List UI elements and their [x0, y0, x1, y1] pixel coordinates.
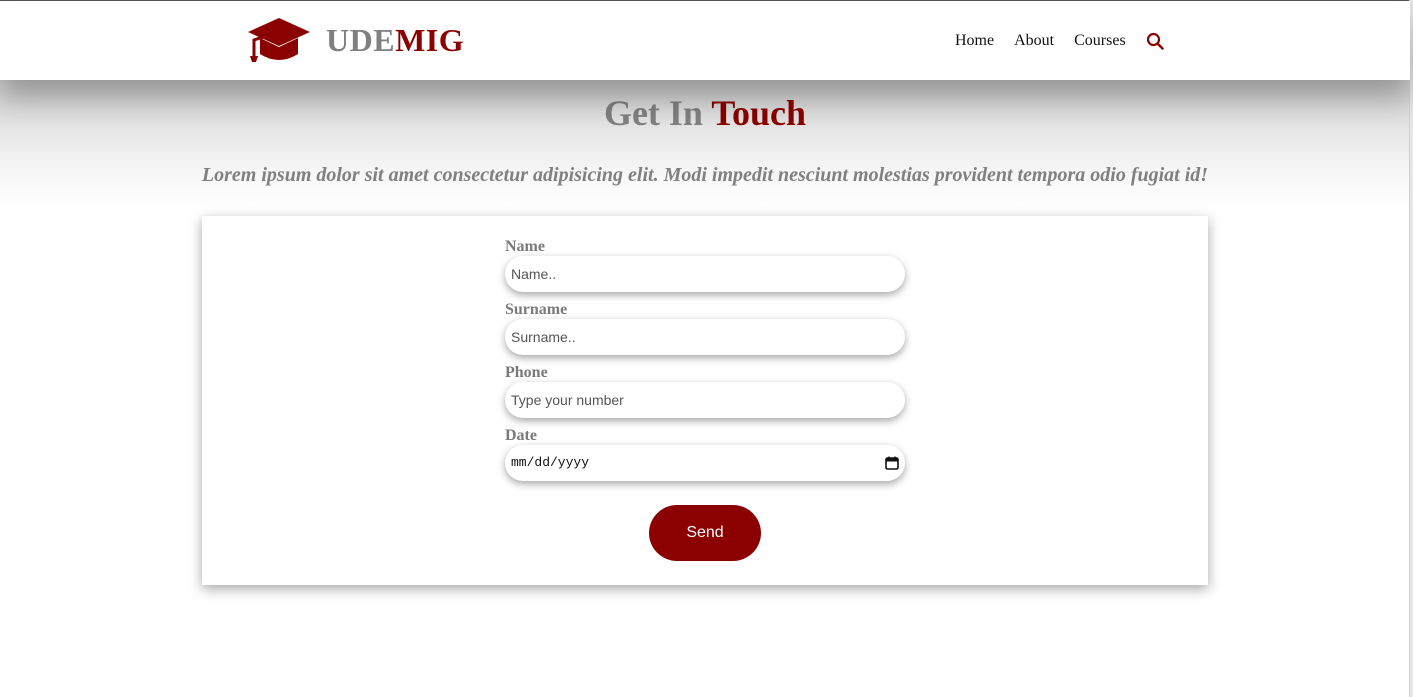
- name-label: Name: [505, 238, 545, 255]
- send-button[interactable]: Send: [649, 505, 761, 561]
- date-label: Date: [505, 427, 537, 444]
- page-subtitle: Lorem ipsum dolor sit amet consectetur a…: [201, 164, 1209, 186]
- logo[interactable]: UDEMIG: [246, 16, 464, 64]
- graduation-cap-icon: [248, 18, 310, 62]
- brand-name: UDEMIG: [326, 16, 464, 64]
- surname-label: Surname: [505, 301, 568, 318]
- surname-field-group: Surname Surname..: [505, 301, 905, 355]
- main-nav: Home About Courses: [955, 30, 1164, 52]
- phone-label: Phone: [505, 364, 548, 381]
- phone-input[interactable]: Type your number: [505, 382, 905, 418]
- date-field-group: Date mm/dd/yyyy: [505, 427, 905, 481]
- page-title-part-1: Get In: [603, 93, 703, 133]
- nav-home-link[interactable]: Home: [955, 30, 994, 52]
- surname-input[interactable]: Surname..: [505, 319, 905, 355]
- page-title-part-2: Touch: [711, 93, 807, 133]
- page-title: Get In Touch: [0, 91, 1410, 135]
- phone-field-group: Phone Type your number: [505, 364, 905, 418]
- name-field-group: Name Name..: [505, 238, 905, 292]
- nav-courses-link[interactable]: Courses: [1074, 30, 1126, 52]
- date-input[interactable]: mm/dd/yyyy: [505, 445, 905, 481]
- brand-part-2: MIG: [395, 22, 465, 58]
- calendar-icon[interactable]: [885, 456, 899, 470]
- nav-about-link[interactable]: About: [1014, 30, 1054, 52]
- search-icon[interactable]: [1146, 32, 1164, 50]
- page: UDEMIG Home About Courses Get In Touch L…: [0, 0, 1413, 697]
- name-input[interactable]: Name..: [505, 256, 905, 292]
- site-header: UDEMIG Home About Courses: [0, 1, 1410, 80]
- date-input-value: mm/dd/yyyy: [511, 455, 590, 470]
- brand-part-1: UDE: [326, 22, 396, 58]
- contact-form-card: Name Name.. Surname Surname.. Phone Type…: [202, 216, 1208, 585]
